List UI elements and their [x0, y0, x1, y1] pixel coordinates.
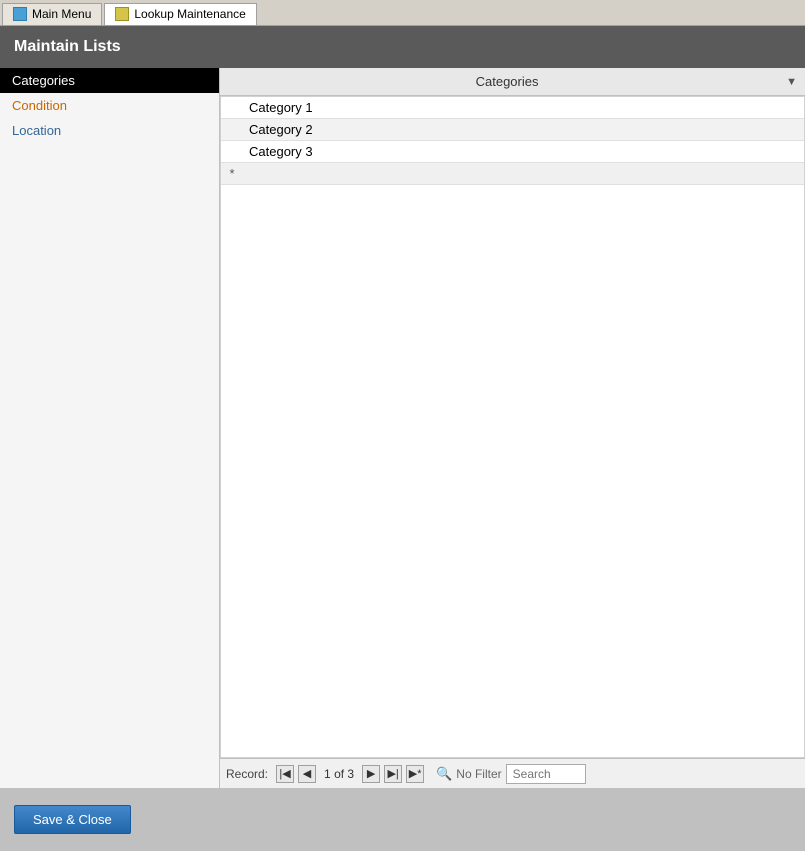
- tab-lookup-maintenance[interactable]: Lookup Maintenance: [104, 3, 256, 25]
- left-panel: Categories Condition Location: [0, 68, 220, 788]
- tab-lookup-maintenance-label: Lookup Maintenance: [134, 7, 245, 21]
- save-close-button[interactable]: Save & Close: [14, 805, 131, 834]
- table-row[interactable]: Category 3: [221, 141, 804, 163]
- sort-arrow-icon: ▼: [786, 76, 797, 88]
- sidebar-item-location[interactable]: Location: [0, 118, 219, 143]
- row-cell: Category 1: [243, 98, 804, 117]
- sidebar-item-condition[interactable]: Condition: [0, 93, 219, 118]
- new-row[interactable]: *: [221, 163, 804, 185]
- navigation-bar: Record: |◀ ◀ 1 of 3 ▶ ▶| ▶* 🔍 No Filter: [220, 758, 805, 788]
- nav-first-button[interactable]: |◀: [276, 765, 294, 783]
- page-title: Maintain Lists: [14, 38, 121, 56]
- tab-main-menu-label: Main Menu: [32, 7, 91, 21]
- filter-icon: 🔍: [436, 766, 452, 782]
- main-menu-icon: [13, 7, 27, 21]
- table-row[interactable]: Category 1: [221, 97, 804, 119]
- record-label: Record:: [226, 767, 268, 781]
- empty-grid-space: [221, 185, 804, 685]
- grid-area[interactable]: Category 1 Category 2 Category 3 *: [220, 96, 805, 758]
- table-row[interactable]: Category 2: [221, 119, 804, 141]
- tab-bar: Main Menu Lookup Maintenance: [0, 0, 805, 26]
- row-cell: Category 3: [243, 142, 804, 161]
- new-row-cell: [243, 172, 804, 176]
- grid-column-header: Categories: [228, 74, 786, 89]
- right-panel: Categories ▼ Category 1 Category 2 Categ…: [220, 68, 805, 788]
- search-input[interactable]: [506, 764, 586, 784]
- nav-new-button[interactable]: ▶*: [406, 765, 424, 783]
- lookup-maintenance-icon: [115, 7, 129, 21]
- nav-next-button[interactable]: ▶: [362, 765, 380, 783]
- no-filter-label: No Filter: [456, 767, 501, 781]
- filter-area: 🔍 No Filter: [436, 766, 502, 782]
- main-content: Categories Condition Location Categories…: [0, 68, 805, 788]
- sidebar-item-categories[interactable]: Categories: [0, 68, 219, 93]
- nav-current: 1 of 3: [324, 767, 354, 781]
- tab-main-menu[interactable]: Main Menu: [2, 3, 102, 25]
- row-cell: Category 2: [243, 120, 804, 139]
- nav-last-button[interactable]: ▶|: [384, 765, 402, 783]
- new-row-indicator: *: [221, 166, 243, 181]
- grid-header: Categories ▼: [220, 68, 805, 96]
- bottom-area: Save & Close: [0, 788, 805, 851]
- title-bar: Maintain Lists: [0, 26, 805, 68]
- nav-prev-button[interactable]: ◀: [298, 765, 316, 783]
